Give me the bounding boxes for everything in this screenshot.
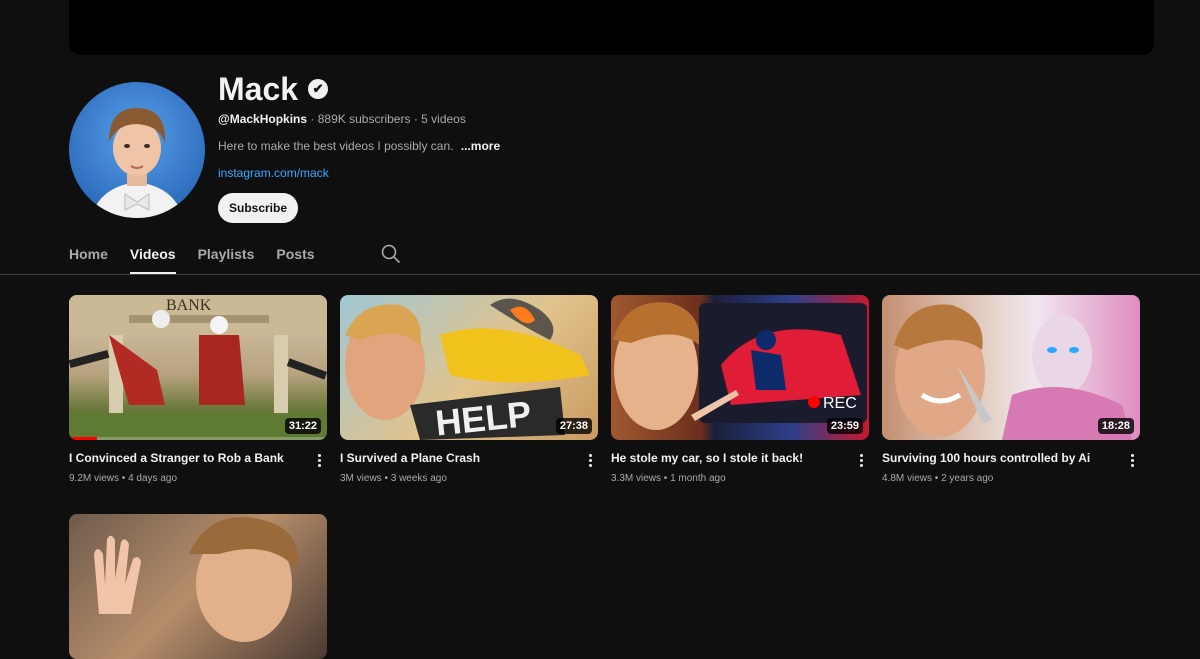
watch-progress-bar — [69, 437, 98, 440]
video-duration: 18:28 — [1097, 418, 1134, 434]
video-views: 4.8M views — [882, 473, 933, 484]
channel-tabs: Home Videos Playlists Posts — [69, 240, 401, 274]
video-count: 5 videos — [421, 112, 466, 126]
channel-handle: @MackHopkins — [218, 112, 308, 126]
subscriber-count: 889K subscribers — [317, 112, 411, 126]
video-age: 3 weeks ago — [390, 473, 447, 484]
channel-name-row: Mack ✔ — [218, 70, 329, 108]
video-views: 3.3M views — [611, 473, 662, 484]
video-meta: 4.8M views • 2 years ago — [882, 473, 994, 484]
video-age: 1 month ago — [670, 473, 726, 484]
more-options-icon[interactable] — [311, 450, 327, 470]
video-title[interactable]: Surviving 100 hours controlled by Ai — [882, 451, 1112, 465]
video-meta: 9.2M views • 4 days ago — [69, 473, 178, 484]
video-title[interactable]: I Survived a Plane Crash — [340, 451, 570, 465]
video-card: REC 23:59 He stole my car, so I stole it… — [611, 295, 869, 484]
video-meta: 3M views • 3 weeks ago — [340, 473, 447, 484]
tabs-divider — [0, 274, 1200, 275]
wave-hello-art — [94, 517, 298, 642]
thumb-bank-text: BANK — [166, 297, 212, 314]
video-views: 3M views — [340, 473, 382, 484]
description-text: Here to make the best videos I possibly … — [218, 139, 454, 153]
channel-meta: @MackHopkins · 889K subscribers · 5 vide… — [218, 112, 466, 126]
watch-progress-track — [69, 437, 327, 440]
thumb-rec-text: REC — [823, 395, 857, 412]
video-views: 9.2M views — [69, 473, 120, 484]
more-options-icon[interactable] — [582, 450, 598, 470]
video-thumbnail[interactable]: BANK 31:22 — [69, 295, 327, 440]
more-options-icon[interactable] — [1124, 450, 1140, 470]
description-more-link[interactable]: ...more — [461, 139, 500, 153]
video-card: BANK 31:22 I Convinced a Stranger to Rob… — [69, 295, 327, 484]
video-card — [69, 514, 327, 659]
video-thumbnail[interactable]: REC 23:59 — [611, 295, 869, 440]
meta-separator: · — [413, 112, 418, 126]
meta-separator: · — [310, 112, 315, 126]
video-thumbnail[interactable]: HELP 27:38 — [340, 295, 598, 440]
thumb-help-text: HELP — [433, 393, 533, 440]
subscribe-button[interactable]: Subscribe — [218, 193, 298, 223]
video-thumbnail[interactable] — [69, 514, 327, 659]
channel-description: Here to make the best videos I possibly … — [218, 139, 500, 153]
video-age: 2 years ago — [941, 473, 994, 484]
video-duration: 23:59 — [826, 418, 863, 434]
tab-home[interactable]: Home — [69, 240, 108, 272]
video-duration: 27:38 — [555, 418, 592, 434]
tab-playlists[interactable]: Playlists — [198, 240, 255, 272]
video-card: 18:28 Surviving 100 hours controlled by … — [882, 295, 1140, 484]
avatar-portrait — [91, 108, 183, 218]
channel-external-link[interactable]: instagram.com/mack — [218, 166, 329, 180]
video-meta: 3.3M views • 1 month ago — [611, 473, 726, 484]
video-card: HELP 27:38 I Survived a Plane Crash 3M v… — [340, 295, 598, 484]
tab-posts[interactable]: Posts — [276, 240, 314, 272]
channel-banner — [69, 0, 1154, 55]
verified-icon: ✔ — [308, 79, 329, 99]
search-icon[interactable] — [381, 244, 401, 264]
video-age: 4 days ago — [128, 473, 178, 484]
more-options-icon[interactable] — [853, 450, 869, 470]
video-title[interactable]: He stole my car, so I stole it back! — [611, 451, 841, 465]
tab-videos[interactable]: Videos — [129, 240, 176, 274]
channel-name: Mack — [218, 71, 299, 107]
video-title[interactable]: I Convinced a Stranger to Rob a Bank — [69, 451, 299, 465]
channel-avatar[interactable] — [69, 82, 205, 218]
video-thumbnail[interactable]: 18:28 — [882, 295, 1140, 440]
video-duration: 31:22 — [284, 418, 321, 434]
